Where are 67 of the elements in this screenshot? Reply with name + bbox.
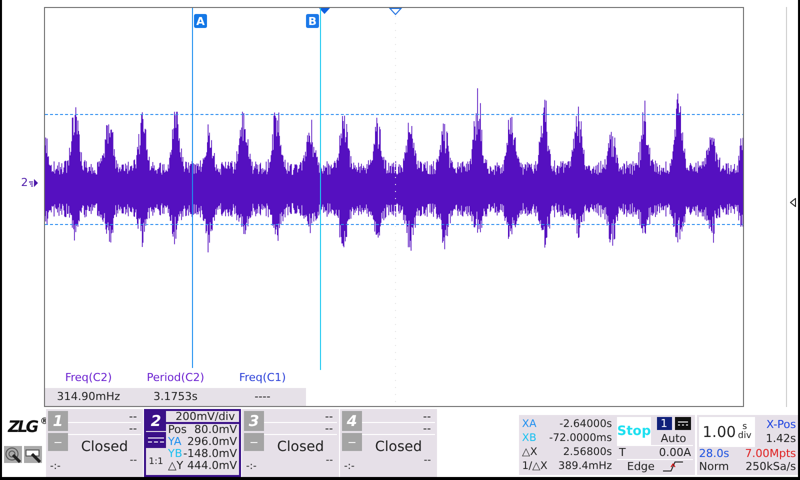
channel-readout: -- [362,423,435,435]
cursor-readout-label: △X [522,445,538,459]
sample-rate: 250kSa/s [745,460,796,473]
channel-readout: -- [326,455,333,466]
readout-label: YB [168,448,182,460]
cursor-readout-value: 389.4mHz [558,459,612,473]
readout-value: -148.0mV [183,448,237,460]
readout-value: 296.0mV [187,436,237,448]
channel-number: 2 [146,411,166,431]
touch-icon[interactable] [4,446,22,463]
trigger-source[interactable]: 1 [656,417,672,430]
trigger-mode[interactable]: Auto [660,432,686,445]
coupling-label: -:- [245,460,258,472]
offset-arrow-icon[interactable] [790,198,796,207]
measurement-value: 3.1753s [132,388,219,406]
channel-readout: -- [264,423,337,435]
dc-coupling-icon [148,437,164,443]
record-duration: 28.0s [699,447,730,460]
cursor-readout-label: XA [522,417,536,431]
cursor-readout-value: -72.0000ms [549,431,612,445]
channel-number: 3 [244,411,264,431]
pointer-icon[interactable] [24,446,42,463]
readout-label: YA [168,436,182,448]
dc-coupling-icon [674,417,690,430]
readout-value: 444.0mV [187,460,237,472]
channel-readout: -- [130,455,137,466]
channel-state: Closed [276,438,326,455]
readout-value: 80.0mV [194,424,237,436]
cursor-readout-value: 2.56800s [563,445,612,459]
channel-panel[interactable]: 1 − -:- -- -- Closed -- [46,409,143,477]
channel-number: 1 [48,411,68,431]
channel-state: Closed [80,438,130,455]
measurement-value: ---- [219,388,306,406]
channel-number: 4 [342,411,362,431]
trigger-position-marker[interactable] [319,8,330,14]
rising-edge-icon [662,461,683,472]
cursor-label[interactable]: B [306,14,319,28]
channel-readout: -- [68,423,141,435]
probe-ratio: 1:1 [148,456,164,468]
brand-logo: ZLG [8,417,37,436]
channel-readout: -- [68,411,141,423]
trigger-level-label: T [619,446,626,459]
x-position-value: 1.42s [766,432,796,446]
channel-marker: 2 [21,176,28,189]
readout-label: △Y [168,460,184,472]
readout-label: Pos [168,424,187,436]
memory-depth: 7.00Mpts [744,447,796,460]
trigger-level: 0.00A [658,446,691,459]
cursor-label[interactable]: A [194,14,207,28]
channel-panel[interactable]: 3 − -:- -- -- Closed -- [242,409,339,477]
channel-readout: -- [264,411,337,423]
x-position-label: X-Pos [766,418,796,432]
coupling-label: -:- [343,460,356,472]
channel-readout: -- [362,411,435,423]
coupling-label: -:- [49,460,62,472]
cursor-readout-value: -2.64000s [559,417,612,431]
channel-state: Closed [374,438,424,455]
cursor-readout-label: XB [522,431,536,445]
volts-per-div: 200mV/div [166,411,239,424]
ground-arrow-icon [29,178,38,188]
channel-panel[interactable]: 4 − -:- -- -- Closed -- [340,409,437,477]
acquisition-mode: Norm [699,460,730,473]
channel-readout: -- [424,455,431,466]
cursor-readout-label: 1/△X [522,459,548,473]
time-origin-marker[interactable] [388,8,402,16]
trigger-type[interactable]: Edge [627,460,655,473]
measurement-value: 314.90mHz [45,388,132,406]
